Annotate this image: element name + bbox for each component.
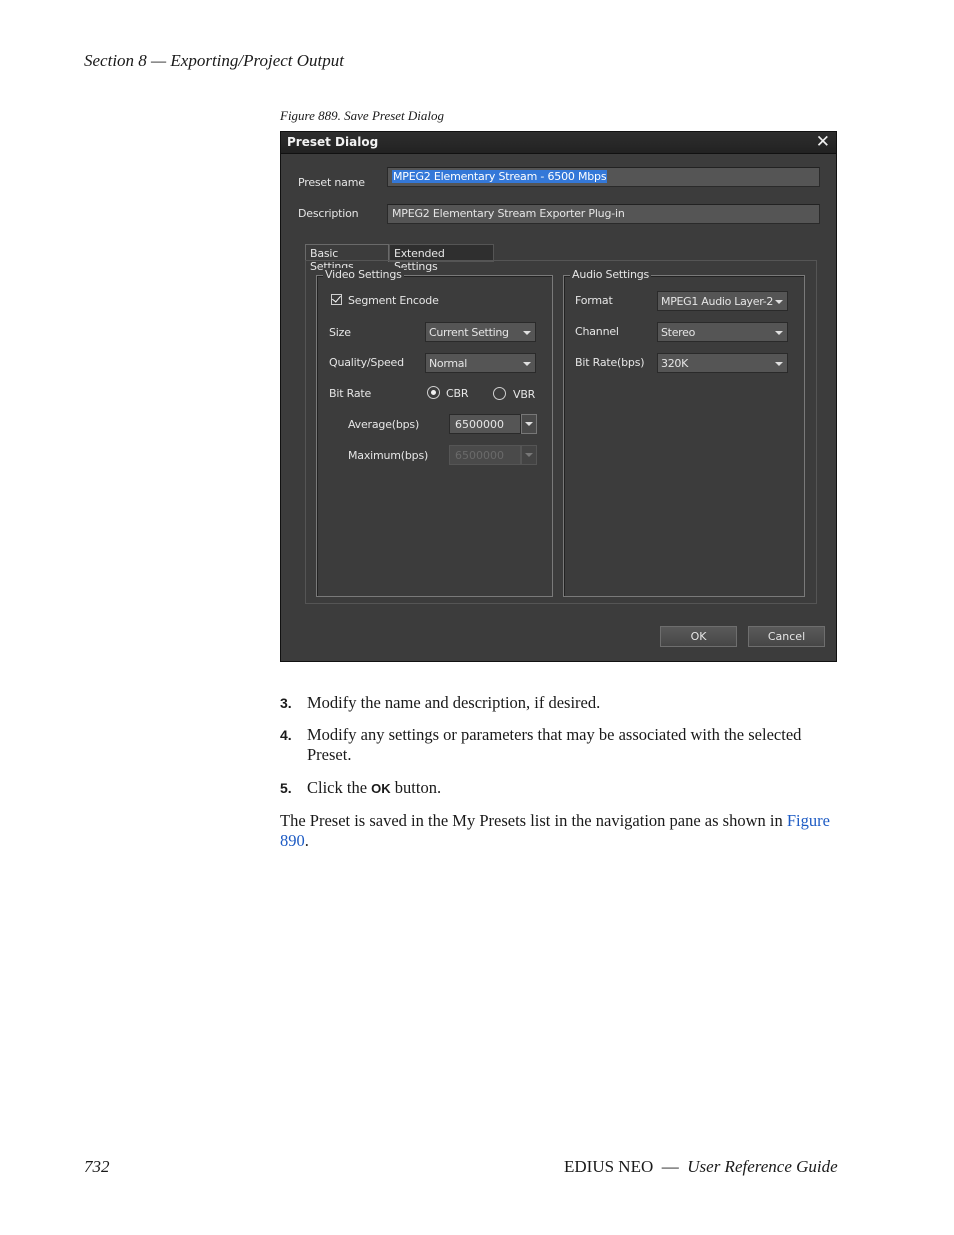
channel-select[interactable]: Stereo xyxy=(657,322,788,342)
step-number: 4. xyxy=(280,727,292,743)
footer-product: EDIUS NEO xyxy=(564,1157,654,1176)
paragraph-text: The Preset is saved in the My Presets li… xyxy=(280,811,787,830)
maximum-spinner: 6500000 xyxy=(449,445,537,465)
preset-dialog: Preset Dialog ✕ Preset name MPEG2 Elemen… xyxy=(280,131,837,662)
cbr-radio[interactable] xyxy=(427,386,440,399)
video-settings-legend: Video Settings xyxy=(323,268,404,281)
video-settings-group: Video Settings Segment Encode Size Curre… xyxy=(316,268,553,597)
chevron-down-icon xyxy=(525,422,533,426)
description-field[interactable]: MPEG2 Elementary Stream Exporter Plug-in xyxy=(387,204,820,224)
preset-name-value: MPEG2 Elementary Stream - 6500 Mbps xyxy=(392,170,608,183)
audio-bitrate-value: 320K xyxy=(661,357,689,370)
footer-guide: User Reference Guide xyxy=(687,1157,838,1176)
step-text-pre: Click the xyxy=(307,778,372,797)
page-number: 732 xyxy=(84,1157,110,1176)
step-text: Modify any settings or parameters that m… xyxy=(307,725,802,764)
channel-value: Stereo xyxy=(661,326,696,339)
chevron-down-icon xyxy=(525,453,533,457)
chevron-down-icon xyxy=(775,300,783,304)
size-value: Current Setting xyxy=(429,326,509,339)
result-paragraph: The Preset is saved in the My Presets li… xyxy=(280,811,845,851)
tab-content: Video Settings Segment Encode Size Curre… xyxy=(305,260,817,604)
segment-encode-label: Segment Encode xyxy=(348,294,439,307)
size-select[interactable]: Current Setting xyxy=(425,322,536,342)
figure-caption: Figure 889. Save Preset Dialog xyxy=(280,108,445,123)
ok-button[interactable]: OK xyxy=(660,626,737,647)
vbr-label: VBR xyxy=(513,388,536,401)
average-dropdown-button[interactable] xyxy=(521,414,537,434)
step-number: 5. xyxy=(280,780,292,796)
format-select[interactable]: MPEG1 Audio Layer-2 xyxy=(657,291,788,311)
maximum-label: Maximum(bps) xyxy=(348,449,429,462)
dialog-titlebar: Preset Dialog ✕ xyxy=(281,132,836,154)
audio-settings-group: Audio Settings Format MPEG1 Audio Layer-… xyxy=(563,268,805,597)
cbr-label: CBR xyxy=(446,387,469,400)
step-number: 3. xyxy=(280,695,292,711)
footer-title: EDIUS NEO — User Reference Guide xyxy=(564,1157,838,1177)
paragraph-end: . xyxy=(304,831,309,850)
audio-bitrate-label: Bit Rate(bps) xyxy=(575,356,645,369)
format-label: Format xyxy=(575,294,613,307)
average-spinner[interactable]: 6500000 xyxy=(449,414,537,434)
step-text: Click the OK button. xyxy=(307,778,847,799)
size-label: Size xyxy=(329,326,351,339)
preset-name-label: Preset name xyxy=(298,176,365,189)
average-label: Average(bps) xyxy=(348,418,420,431)
step-text-post: button. xyxy=(390,778,442,797)
section-header: Section 8 — Exporting/Project Output xyxy=(84,51,344,70)
quality-select[interactable]: Normal xyxy=(425,353,536,373)
preset-name-field[interactable]: MPEG2 Elementary Stream - 6500 Mbps xyxy=(387,167,820,187)
quality-label: Quality/Speed xyxy=(329,356,404,369)
description-label: Description xyxy=(298,207,359,220)
segment-encode-checkbox[interactable] xyxy=(331,294,342,305)
chevron-down-icon xyxy=(523,362,531,366)
chevron-down-icon xyxy=(775,331,783,335)
format-value: MPEG1 Audio Layer-2 xyxy=(661,295,774,308)
chevron-down-icon xyxy=(523,331,531,335)
close-icon[interactable]: ✕ xyxy=(816,132,830,152)
footer-dash: — xyxy=(661,1157,679,1176)
average-value[interactable]: 6500000 xyxy=(449,414,521,434)
step-text: Modify the name and description, if desi… xyxy=(307,693,601,712)
dialog-title: Preset Dialog xyxy=(287,135,379,149)
maximum-value: 6500000 xyxy=(449,445,521,465)
chevron-down-icon xyxy=(775,362,783,366)
ok-button-reference: OK xyxy=(371,781,391,796)
bitrate-label: Bit Rate xyxy=(329,387,372,400)
audio-bitrate-select[interactable]: 320K xyxy=(657,353,788,373)
audio-settings-legend: Audio Settings xyxy=(570,268,652,281)
channel-label: Channel xyxy=(575,325,619,338)
vbr-radio[interactable] xyxy=(493,387,506,400)
cancel-button[interactable]: Cancel xyxy=(748,626,825,647)
maximum-dropdown-button xyxy=(521,445,537,465)
quality-value: Normal xyxy=(429,357,467,370)
